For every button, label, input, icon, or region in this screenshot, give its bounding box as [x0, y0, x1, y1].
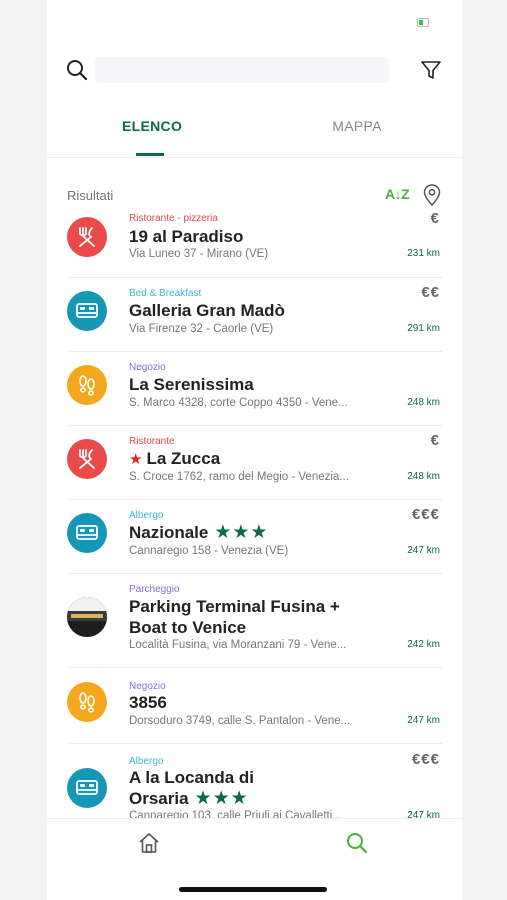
footprints-icon: [67, 365, 107, 405]
item-address: S. Croce 1762, ramo del Megio - Venezia.…: [129, 471, 349, 483]
item-name: 3856: [129, 693, 167, 712]
item-name: La Zucca: [146, 449, 221, 468]
results-label: Risultati: [67, 188, 114, 203]
results-header: Risultati A↓Z: [67, 184, 442, 208]
home-indicator: [179, 887, 327, 892]
list-item[interactable]: Negozio 3856 Dorsoduro 3749, calle S. Pa…: [67, 668, 442, 744]
item-price: €: [430, 432, 440, 449]
bottom-navigation: [47, 818, 462, 900]
item-distance: 247 km: [407, 810, 440, 818]
item-category: Albergo: [129, 510, 164, 521]
active-tab-indicator: [136, 153, 164, 156]
search-input[interactable]: [95, 57, 389, 83]
list-item[interactable]: Negozio La Serenissima S. Marco 4328, co…: [67, 352, 442, 426]
item-name: La Serenissima: [129, 375, 254, 394]
item-name: Galleria Gran Madò: [129, 301, 285, 320]
filter-icon[interactable]: [419, 58, 443, 82]
list-item[interactable]: Parcheggio Parking Terminal Fusina + Boa…: [67, 574, 442, 668]
footprints-icon: [67, 682, 107, 722]
item-category: Parcheggio: [129, 584, 180, 595]
tab-mappa[interactable]: MAPPA: [329, 108, 385, 158]
item-price: €: [430, 210, 440, 227]
restaurant-icon: [67, 217, 107, 257]
search-bar: [47, 52, 462, 88]
rating-stars: ★★★: [194, 788, 249, 809]
item-price: €€: [421, 284, 440, 301]
favorite-star-icon: ★: [129, 451, 143, 468]
item-address: S. Marco 4328, corte Coppo 4350 - Vene..…: [129, 397, 348, 409]
list-item[interactable]: Bed & Breakfast Galleria Gran Madò Via F…: [67, 278, 442, 352]
list-item[interactable]: Ristorante ★ La Zucca S. Croce 1762, ramo…: [67, 426, 442, 500]
item-distance: 291 km: [407, 323, 440, 334]
item-distance: 248 km: [407, 397, 440, 408]
item-category: Ristorante - pizzeria: [129, 213, 218, 224]
item-name: Nazionale: [129, 523, 209, 542]
item-name: 19 al Paradiso: [129, 227, 244, 246]
item-category: Albergo: [129, 756, 164, 767]
item-address: Località Fusina, via Moranzani 79 - Vene…: [129, 639, 347, 651]
app-screen: ELENCO MAPPA Risultati A↓Z Ristorante - …: [47, 0, 462, 900]
list-item[interactable]: Ristorante - pizzeria 19 al Paradiso Via…: [67, 208, 442, 278]
item-category: Ristorante: [129, 436, 175, 447]
item-price: €€€: [411, 751, 440, 768]
item-address: Cannaregio 158 - Venezia (VE): [129, 545, 289, 557]
battery-icon: [417, 18, 429, 27]
list-item[interactable]: Albergo A la Locanda di Orsaria ★★★ Canna…: [67, 744, 442, 818]
item-name: Parking Terminal Fusina + Boat to Venice: [129, 597, 340, 637]
home-icon[interactable]: [137, 831, 161, 855]
sort-az-button[interactable]: A↓Z: [385, 186, 410, 202]
search-icon[interactable]: [65, 58, 89, 82]
bed-icon: [67, 291, 107, 331]
location-pin-icon[interactable]: [423, 184, 441, 206]
bed-icon: [67, 513, 107, 553]
item-address: Via Luneo 37 - Mirano (VE): [129, 248, 269, 260]
parking-photo-thumbnail: [67, 597, 107, 637]
status-bar: [47, 0, 462, 48]
item-address: Dorsoduro 3749, calle S. Pantalon - Vene…: [129, 715, 351, 727]
bed-icon: [67, 768, 107, 808]
view-tabs: ELENCO MAPPA: [47, 108, 462, 158]
item-distance: 231 km: [407, 248, 440, 259]
item-category: Negozio: [129, 681, 166, 692]
tab-elenco[interactable]: ELENCO: [122, 108, 182, 158]
item-price: €€€: [411, 506, 440, 523]
item-category: Negozio: [129, 362, 166, 373]
item-distance: 247 km: [407, 715, 440, 726]
nav-search-icon[interactable]: [345, 831, 369, 855]
item-address: Cannaregio 103, calle Priuli ai Cavallet…: [129, 810, 342, 818]
item-address: Via Firenze 32 - Caorle (VE): [129, 323, 274, 335]
list-item[interactable]: Albergo Nazionale ★★★ Cannaregio 158 - Ve…: [67, 500, 442, 574]
restaurant-icon: [67, 439, 107, 479]
results-list: Ristorante - pizzeria 19 al Paradiso Via…: [47, 208, 462, 818]
item-distance: 248 km: [407, 471, 440, 482]
rating-stars: ★★★: [214, 522, 269, 543]
item-distance: 247 km: [407, 545, 440, 556]
item-distance: 242 km: [407, 639, 440, 650]
item-category: Bed & Breakfast: [129, 288, 202, 299]
